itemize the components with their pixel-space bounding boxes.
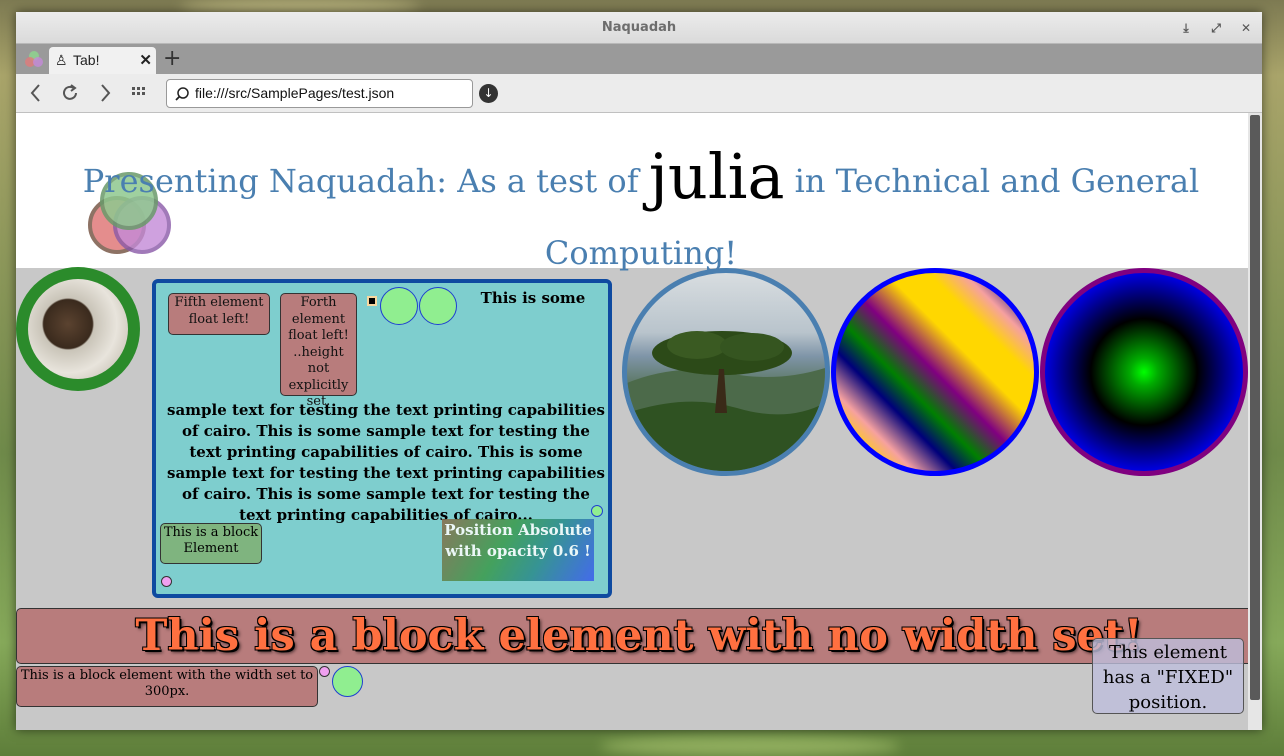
search-icon: [175, 87, 189, 101]
fifth-float-element: Fifth element float left!: [168, 293, 270, 335]
tab-bar: ♙ Tab! ✕ +: [16, 44, 1262, 74]
tab-active[interactable]: ♙ Tab! ✕: [49, 47, 156, 74]
green-circle: [419, 287, 457, 325]
back-icon[interactable]: [24, 80, 48, 106]
vertical-scrollbar[interactable]: [1248, 113, 1262, 730]
block-element: This is a block Element: [160, 523, 262, 564]
title-bar: Naquadah ⤓ ⤢ ✕: [16, 12, 1262, 44]
forth-float-element: Forth element float left! ..height not e…: [280, 293, 357, 409]
green-circle: [332, 666, 363, 697]
tab-favicon-icon: ♙: [55, 52, 68, 68]
pink-circle: [161, 576, 172, 587]
width-300-block: This is a block element with the width s…: [16, 666, 318, 707]
new-tab-button[interactable]: +: [163, 46, 181, 72]
forward-icon[interactable]: [93, 80, 117, 106]
fixed-position-element: This element has a "FIXED" position.: [1092, 638, 1244, 714]
green-circle: [380, 287, 418, 325]
page-header: Presenting Naquadah: As a test of julia …: [16, 113, 1248, 272]
url-text: file:///src/SamplePages/test.json: [195, 85, 395, 101]
no-width-block: This is a block element with no width se…: [16, 608, 1248, 664]
url-input[interactable]: file:///src/SamplePages/test.json: [166, 79, 473, 108]
window-title: Naquadah: [601, 20, 677, 35]
wallpaper-bokeh: [600, 736, 900, 756]
close-icon[interactable]: ✕: [1238, 20, 1254, 36]
body-text: sample text for testing the text printin…: [167, 401, 605, 524]
browser-window: Naquadah ⤓ ⤢ ✕ ♙ Tab! ✕ + file:///src/Sa…: [16, 12, 1262, 730]
maximize-icon[interactable]: ⤢: [1208, 20, 1224, 36]
radial-gradient-circle: [1040, 268, 1248, 476]
app-logo-icon: [25, 51, 43, 67]
coffee-image: [16, 267, 140, 391]
apps-grid-icon[interactable]: [128, 80, 152, 106]
tree-image: [622, 268, 830, 476]
linear-gradient-circle: [831, 268, 1039, 476]
title-before: Presenting Naquadah: As a test of: [82, 162, 649, 200]
float-container: Fifth element float left! Forth element …: [152, 279, 612, 598]
navigation-bar: file:///src/SamplePages/test.json ↓: [16, 74, 1262, 113]
pink-circle: [319, 666, 330, 677]
body-text-line1: This is some: [480, 289, 586, 307]
page-title: Presenting Naquadah: As a test of julia …: [56, 141, 1226, 289]
tiny-square: [367, 296, 377, 306]
page-viewport: Presenting Naquadah: As a test of julia …: [16, 113, 1248, 730]
download-icon[interactable]: ↓: [479, 84, 498, 103]
tab-label: Tab!: [73, 52, 100, 68]
minimize-icon[interactable]: ⤓: [1178, 20, 1194, 36]
title-julia: julia: [648, 140, 785, 213]
scrollbar-thumb[interactable]: [1250, 115, 1260, 700]
tab-close-icon[interactable]: ✕: [139, 47, 152, 74]
absolute-opacity-box: Position Absolute with opacity 0.6 !: [442, 519, 594, 581]
reload-icon[interactable]: [58, 80, 82, 106]
small-green-circle: [591, 505, 603, 517]
